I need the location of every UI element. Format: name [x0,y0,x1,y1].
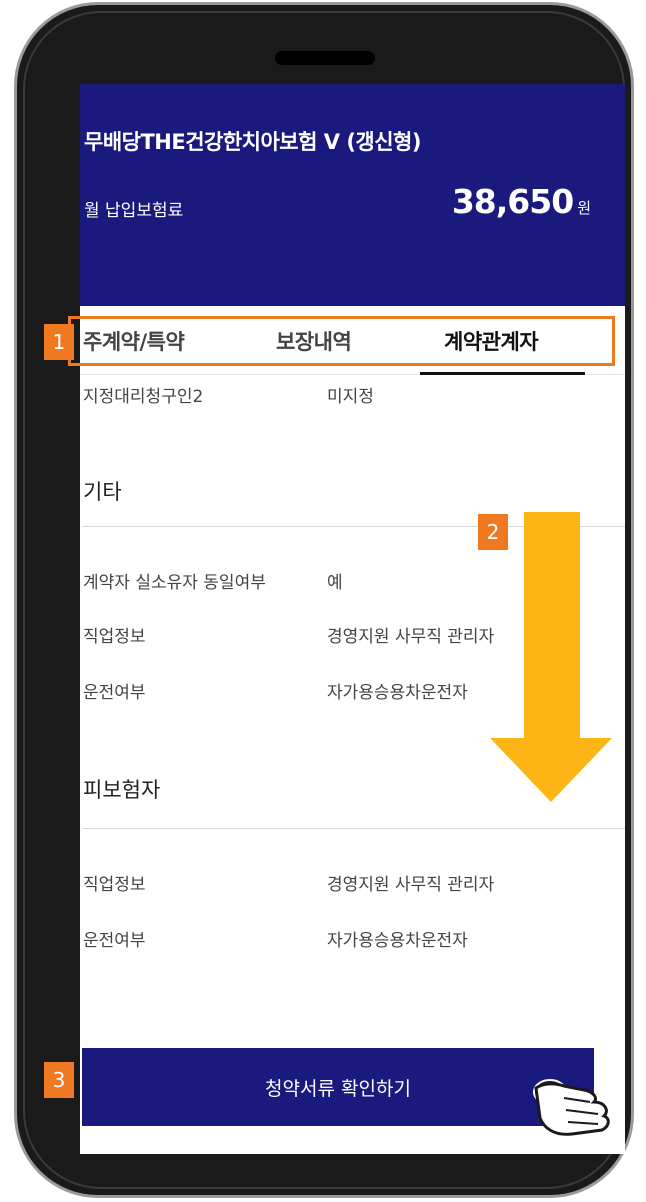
premium-number: 38,650 [451,182,574,221]
row-value: 자가용승용차운전자 [327,683,468,703]
row-label: 운전여부 [83,931,146,951]
list-item: 계약자 실소유자 동일여부 예 [83,568,343,593]
callout-badge-1: 1 [44,324,74,360]
row-label: 계약자 실소유자 동일여부 [83,573,266,593]
premium-label: 월 납입보험료 [84,201,184,221]
product-header: 무배당THE건강한치아보험 V (갱신형) 월 납입보험료 38,650 원 [80,84,625,306]
arrow-down-icon [490,512,612,802]
pointing-hand-icon [533,1079,610,1136]
row-label: 직업정보 [83,627,146,647]
row-value: 자가용승용차운전자 [327,931,468,951]
section-title-insured: 피보험자 [83,778,161,802]
divider [83,828,625,829]
callout-badge-3: 3 [44,1062,74,1098]
list-item: 지정대리청구인2 미지정 [83,382,374,407]
tab-highlight-box [68,316,615,366]
row-value: 경영지원 사무직 관리자 [327,875,495,895]
row-label: 직업정보 [83,875,146,895]
list-item: 운전여부 자가용승용차운전자 [83,926,468,951]
row-label: 운전여부 [83,683,146,703]
active-tab-indicator [420,372,585,375]
list-item: 운전여부 자가용승용차운전자 [83,678,468,703]
section-title-other: 기타 [83,480,122,504]
row-value: 예 [327,573,343,593]
row-label: 지정대리청구인2 [83,387,204,407]
phone-speaker [275,51,375,65]
view-application-documents-button[interactable]: 청약서류 확인하기 [82,1048,594,1126]
premium-unit: 원 [577,199,591,217]
premium-amount: 38,650 원 [452,182,591,221]
row-value: 미지정 [327,387,374,407]
product-title: 무배당THE건강한치아보험 V (갱신형) [84,130,421,154]
row-value: 경영지원 사무직 관리자 [327,627,495,647]
list-item: 직업정보 경영지원 사무직 관리자 [83,870,494,895]
list-item: 직업정보 경영지원 사무직 관리자 [83,622,494,647]
